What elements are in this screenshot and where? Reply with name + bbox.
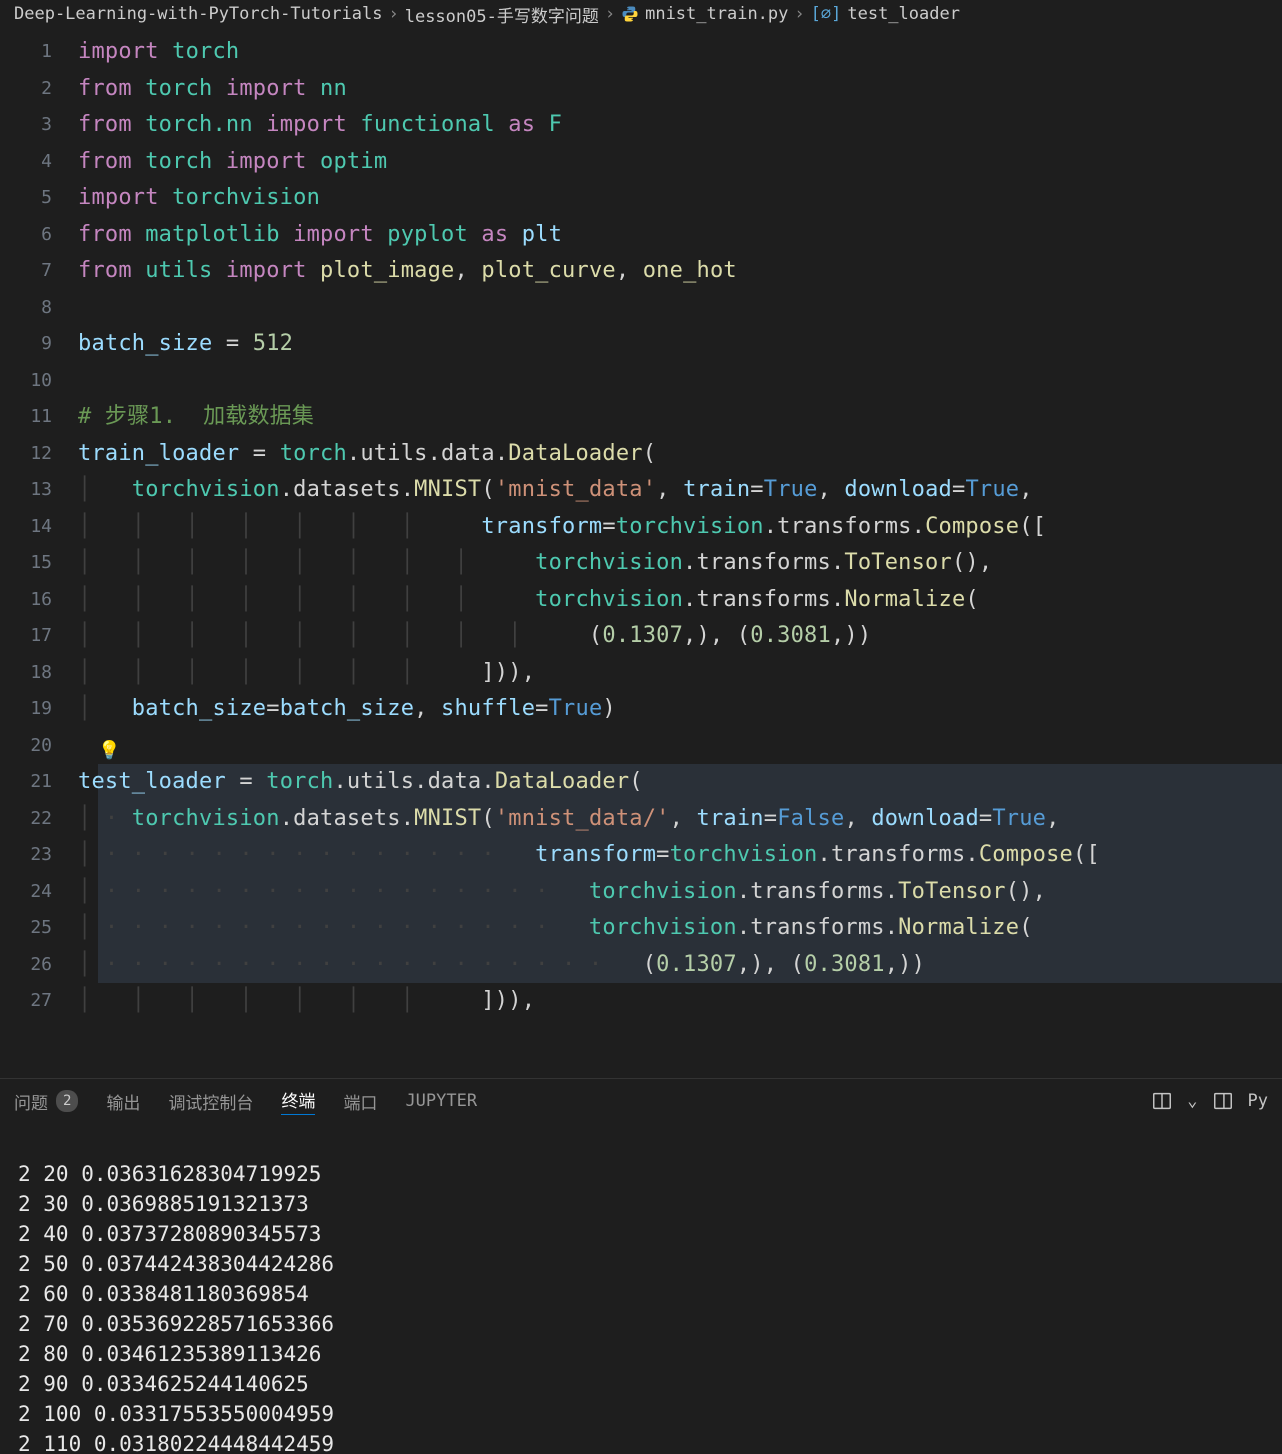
code-editor[interactable]: 1import torch 2from torch import nn 3fro… — [0, 28, 1282, 1078]
terminal-line: 2 70 0.035369228571653366 — [18, 1312, 334, 1336]
bottom-panel: 问题2 输出 调试控制台 终端 端口 JUPYTER ⌄ Py 2 20 0.0… — [0, 1078, 1282, 1454]
layout-panel-icon[interactable] — [1212, 1090, 1234, 1112]
breadcrumb-seg[interactable]: Deep-Learning-with-PyTorch-Tutorials — [14, 4, 382, 24]
line-number: 3 — [0, 107, 78, 144]
chevron-right-icon: › — [794, 4, 804, 24]
line-number: 24 — [0, 874, 78, 911]
breadcrumb: Deep-Learning-with-PyTorch-Tutorials › l… — [0, 0, 1282, 28]
chevron-down-icon[interactable]: ⌄ — [1187, 1091, 1197, 1111]
breadcrumb-seg[interactable]: mnist_train.py — [645, 4, 788, 24]
chevron-right-icon: › — [605, 4, 615, 24]
line-number: 1 — [0, 34, 78, 71]
terminal-line: 2 110 0.03180224448442459 — [18, 1432, 334, 1454]
line-number: 16 — [0, 582, 78, 619]
line-number: 5 — [0, 180, 78, 217]
line-number: 23 — [0, 837, 78, 874]
symbol-variable-icon: [⌀] — [811, 4, 842, 24]
line-number: 14 — [0, 509, 78, 546]
line-number: 25 — [0, 910, 78, 947]
python-file-icon — [621, 5, 639, 23]
tab-output[interactable]: 输出 — [106, 1089, 140, 1114]
line-number: 15 — [0, 545, 78, 582]
line-number: 27 — [0, 983, 78, 1020]
line-number: 4 — [0, 144, 78, 181]
line-number: 7 — [0, 253, 78, 290]
tab-terminal[interactable]: 终端 — [281, 1087, 315, 1115]
terminal-line: 2 50 0.037442438304424286 — [18, 1252, 334, 1276]
terminal-line: 2 40 0.03737280890345573 — [18, 1222, 321, 1246]
breadcrumb-seg[interactable]: lesson05-手写数字问题 — [405, 2, 599, 27]
split-editor-icon[interactable] — [1151, 1090, 1173, 1112]
line-number: 6 — [0, 217, 78, 254]
line-number: 8 — [0, 290, 78, 327]
line-number: 18 — [0, 655, 78, 692]
terminal-line: 2 60 0.0338481180369854 — [18, 1282, 309, 1306]
terminal-line: 2 100 0.03317553550004959 — [18, 1402, 334, 1426]
lightbulb-icon[interactable]: 💡 — [98, 733, 121, 770]
line-number: 19 — [0, 691, 78, 728]
line-number: 9 — [0, 326, 78, 363]
breadcrumb-seg[interactable]: test_loader — [847, 4, 960, 24]
line-number: 22 — [0, 801, 78, 838]
terminal-line: 2 30 0.0369885191321373 — [18, 1192, 309, 1216]
terminal-output[interactable]: 2 20 0.03631628304719925 2 30 0.03698851… — [0, 1123, 1282, 1454]
line-number: 12 — [0, 436, 78, 473]
panel-tabs: 问题2 输出 调试控制台 终端 端口 JUPYTER ⌄ Py — [0, 1079, 1282, 1123]
line-number: 11 — [0, 399, 78, 436]
line-number: 20 — [0, 728, 78, 765]
tab-debug-console[interactable]: 调试控制台 — [168, 1089, 253, 1114]
tab-ports[interactable]: 端口 — [343, 1089, 377, 1114]
line-number: 2 — [0, 71, 78, 108]
line-number: 26 — [0, 947, 78, 984]
tab-problems[interactable]: 问题2 — [14, 1089, 78, 1114]
tab-jupyter[interactable]: JUPYTER — [405, 1091, 477, 1111]
terminal-line: 2 90 0.0334625244140625 — [18, 1372, 309, 1396]
chevron-right-icon: › — [388, 4, 398, 24]
line-number: 10 — [0, 363, 78, 400]
line-number: 21 — [0, 764, 78, 801]
line-number: 13 — [0, 472, 78, 509]
line-number: 17 — [0, 618, 78, 655]
terminal-line: 2 80 0.03461235389113426 — [18, 1342, 321, 1366]
terminal-line: 2 20 0.03631628304719925 — [18, 1162, 321, 1186]
problems-badge: 2 — [56, 1090, 78, 1112]
py-label: Py — [1248, 1091, 1268, 1111]
